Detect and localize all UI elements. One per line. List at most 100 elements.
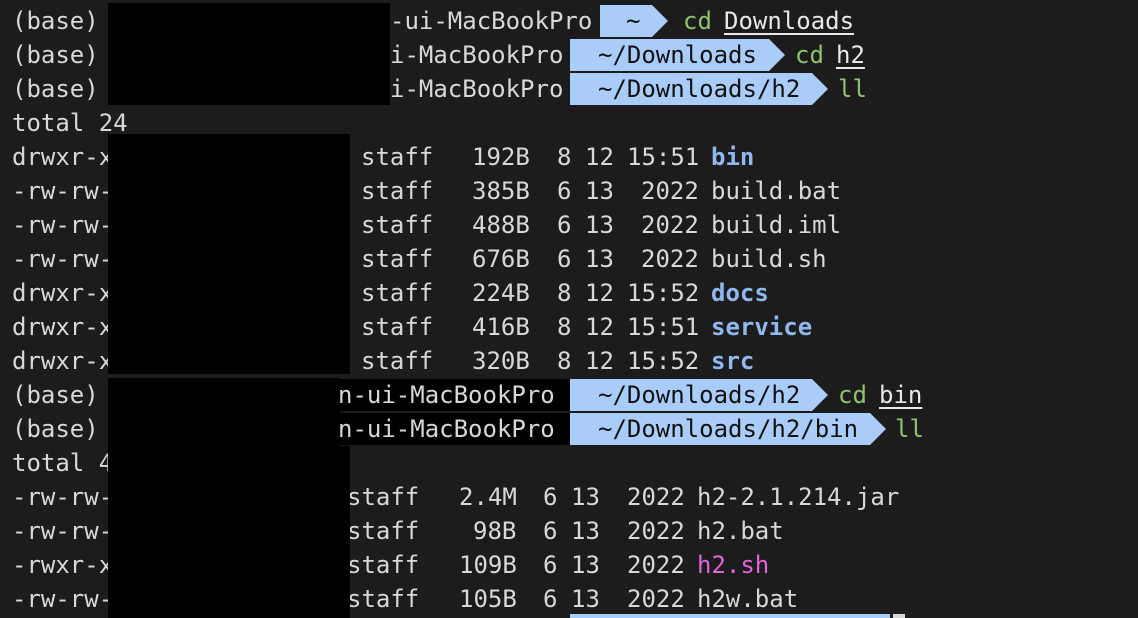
file-name[interactable]: h2.bat <box>697 514 784 548</box>
month: 6 <box>543 551 558 579</box>
host-name: -ui-MacBookPro <box>390 7 593 35</box>
file-size: 676B <box>472 245 530 273</box>
file-size: 109B <box>459 551 517 579</box>
permissions: drwxr-x <box>12 279 114 307</box>
day: 13 <box>585 245 614 273</box>
file-name[interactable]: bin <box>711 140 754 174</box>
time: 15:52 <box>627 279 700 307</box>
month: 8 <box>557 347 572 375</box>
file-name[interactable]: src <box>711 344 754 378</box>
file-size: 224B <box>472 279 530 307</box>
day: 12 <box>585 347 614 375</box>
time: 2022 <box>627 585 685 613</box>
file-name[interactable]: docs <box>711 276 769 310</box>
redaction-block <box>108 134 350 374</box>
file-size: 416B <box>472 313 530 341</box>
time: 2022 <box>627 517 685 545</box>
day: 13 <box>571 483 600 511</box>
conda-env-label: (base) <box>12 41 99 69</box>
permissions: -rw-rw- <box>12 177 114 205</box>
redaction-block <box>108 3 390 105</box>
day: 13 <box>585 211 614 239</box>
group: staff <box>361 211 434 239</box>
path-segment: ~/Downloads/h2 <box>570 73 829 105</box>
conda-env-label: (base) <box>12 415 99 443</box>
command-argument: Downloads <box>724 7 855 35</box>
file-name[interactable]: build.bat <box>711 174 841 208</box>
group: staff <box>361 177 434 205</box>
file-size: 320B <box>472 347 530 375</box>
day: 12 <box>585 313 614 341</box>
terminal-window[interactable]: (base) -ui-MacBookPro ~ cd Downloads (ba… <box>0 0 1138 618</box>
host-name: i-MacBookPro <box>390 75 564 103</box>
day: 12 <box>585 279 614 307</box>
month: 6 <box>543 585 558 613</box>
redaction-block <box>108 446 350 618</box>
day: 13 <box>571 551 600 579</box>
time: 2022 <box>641 177 699 205</box>
command-argument: bin <box>879 381 923 409</box>
time: 15:51 <box>627 313 700 341</box>
file-name[interactable]: service <box>711 310 812 344</box>
path-segment: ~ <box>600 5 670 37</box>
conda-env-label: (base) <box>12 75 99 103</box>
day: 12 <box>585 143 614 171</box>
file-name[interactable]: h2-2.1.214.jar <box>697 480 899 514</box>
time: 15:52 <box>627 347 700 375</box>
conda-env-label: (base) <box>12 7 99 35</box>
file-size: 385B <box>472 177 530 205</box>
path-segment: ~/Downloads/h2/bin <box>570 413 887 445</box>
path-segment: ~/Downloads <box>570 39 785 71</box>
month: 8 <box>557 143 572 171</box>
conda-env-label: (base) <box>12 381 99 409</box>
month: 6 <box>557 177 572 205</box>
file-name[interactable]: h2w.bat <box>697 582 798 616</box>
total-line: total 24 <box>0 106 128 140</box>
command-argument: h2 <box>836 41 865 69</box>
month: 8 <box>557 279 572 307</box>
month: 6 <box>557 211 572 239</box>
permissions: drwxr-x <box>12 143 114 171</box>
group: staff <box>361 347 434 375</box>
day: 13 <box>585 177 614 205</box>
permissions: drwxr-x <box>12 313 114 341</box>
time: 2022 <box>641 245 699 273</box>
month: 8 <box>557 313 572 341</box>
group: staff <box>361 245 434 273</box>
group: staff <box>361 143 434 171</box>
command-text: cd <box>838 381 867 409</box>
redaction-block <box>108 378 340 446</box>
command-text: ll <box>838 75 867 103</box>
group: staff <box>347 585 420 613</box>
group: staff <box>347 517 420 545</box>
permissions: -rw-rw- <box>12 211 114 239</box>
month: 6 <box>557 245 572 273</box>
permissions: -rw-rw- <box>12 483 114 511</box>
path-segment: ~/Downloads/h2 <box>570 379 829 411</box>
day: 13 <box>571 585 600 613</box>
file-name[interactable]: build.iml <box>711 208 841 242</box>
total-text: total 4 <box>12 449 114 477</box>
permissions: -rwxr-x <box>12 551 114 579</box>
command-text: cd <box>683 7 712 35</box>
group: staff <box>361 313 434 341</box>
host-name: n-ui-MacBookPro <box>338 381 555 409</box>
permissions: drwxr-x <box>12 347 114 375</box>
file-size: 192B <box>472 143 530 171</box>
file-name[interactable]: h2.sh <box>697 548 769 582</box>
permissions: -rw-rw- <box>12 517 114 545</box>
month: 6 <box>543 483 558 511</box>
month: 6 <box>543 517 558 545</box>
time: 2022 <box>627 551 685 579</box>
next-prompt-segment <box>570 614 890 618</box>
file-size: 98B <box>473 517 517 545</box>
file-name[interactable]: build.sh <box>711 242 827 276</box>
command-text: cd <box>795 41 824 69</box>
host-name: n-ui-MacBookPro <box>338 415 555 443</box>
total-line: total 4 <box>0 446 113 480</box>
file-size: 488B <box>472 211 530 239</box>
time: 2022 <box>641 211 699 239</box>
group: staff <box>347 483 420 511</box>
group: staff <box>347 551 420 579</box>
time: 2022 <box>627 483 685 511</box>
